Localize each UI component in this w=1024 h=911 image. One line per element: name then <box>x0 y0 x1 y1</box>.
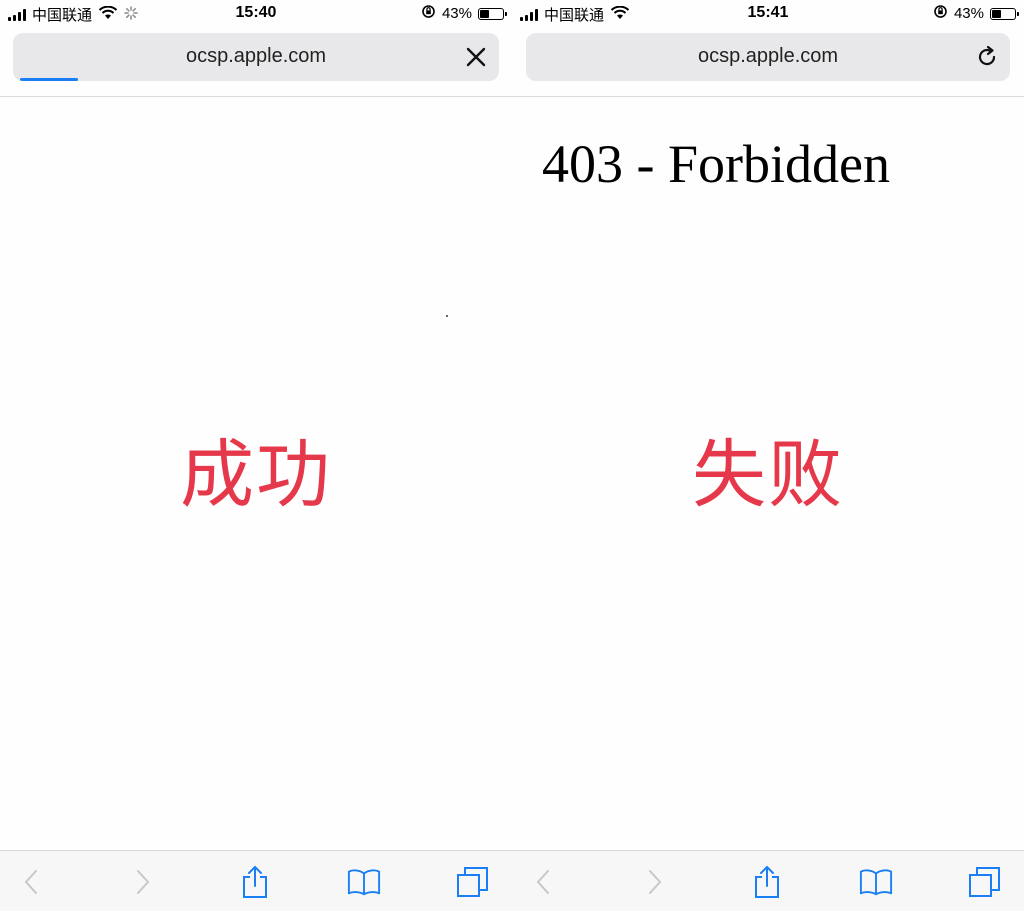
error-heading: 403 - Forbidden <box>542 134 890 194</box>
chevron-left-icon[interactable] <box>526 865 560 899</box>
result-caption: 失败 <box>692 432 844 518</box>
web-content: 成功 <box>0 97 512 851</box>
screenshot-composite: 中国联通 15:40 43% ocsp.apple.com 成功 中国联通 15… <box>0 0 1024 911</box>
reload-icon[interactable] <box>974 44 1000 70</box>
web-content: 403 - Forbidden 失败 <box>512 97 1024 851</box>
tabs-icon[interactable] <box>968 865 1002 899</box>
address-bar[interactable]: ocsp.apple.com <box>526 33 1010 81</box>
chevron-right-icon[interactable] <box>638 865 672 899</box>
tabs-icon[interactable] <box>456 865 490 899</box>
result-caption: 成功 <box>180 432 332 518</box>
battery-icon <box>990 7 1019 20</box>
bookmarks-icon[interactable] <box>859 865 893 899</box>
url-text: ocsp.apple.com <box>697 45 839 67</box>
battery-percent: 43% <box>441 5 472 22</box>
status-bar: 中国联通 15:40 43% <box>0 0 512 28</box>
bottom-toolbar <box>0 850 512 911</box>
chevron-left-icon[interactable] <box>14 865 48 899</box>
orientation-lock-icon <box>933 4 948 23</box>
url-text: ocsp.apple.com <box>185 45 327 67</box>
loading-progress-bar <box>20 78 79 81</box>
share-icon[interactable] <box>238 865 272 899</box>
bottom-toolbar <box>512 850 1024 911</box>
battery-icon <box>478 7 507 20</box>
status-bar: 中国联通 15:41 43% <box>512 0 1024 28</box>
battery-percent: 43% <box>953 5 984 22</box>
bookmarks-icon[interactable] <box>347 865 381 899</box>
phone-screen-success: 中国联通 15:40 43% ocsp.apple.com 成功 <box>0 0 512 911</box>
status-right: 43% <box>421 4 507 23</box>
address-bar[interactable]: ocsp.apple.com <box>13 33 499 81</box>
share-icon[interactable] <box>750 865 784 899</box>
chevron-right-icon[interactable] <box>126 865 160 899</box>
page-dot <box>446 315 448 317</box>
phone-screen-failure: 中国联通 15:41 43% ocsp.apple.com 403 - Forb… <box>512 0 1024 911</box>
status-right: 43% <box>933 4 1019 23</box>
orientation-lock-icon <box>421 4 436 23</box>
close-icon[interactable] <box>463 44 489 70</box>
